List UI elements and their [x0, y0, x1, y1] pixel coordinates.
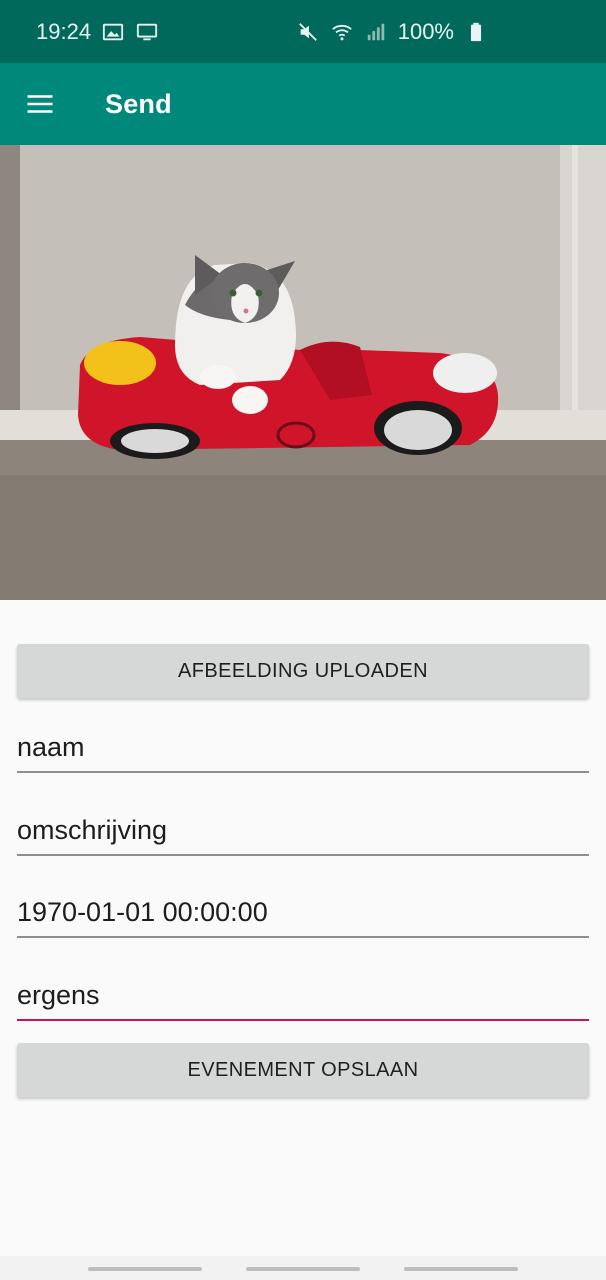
cat-photo-illustration: [0, 145, 606, 600]
event-form: AFBEELDING UPLOADEN naam omschrijving 19…: [17, 644, 589, 1097]
battery-icon: [464, 20, 488, 44]
mute-icon: [296, 20, 320, 44]
status-time: 19:24: [36, 18, 92, 44]
app-title: Send: [105, 88, 172, 119]
status-left: 19:24: [36, 19, 159, 45]
location-field[interactable]: ergens: [17, 973, 589, 1021]
battery-text: 100%: [397, 18, 454, 44]
uploaded-image: [0, 145, 606, 600]
hamburger-menu-button[interactable]: [0, 63, 81, 145]
status-bar: 19:24 100%: [0, 0, 606, 63]
status-right: 100%: [296, 19, 488, 45]
description-field[interactable]: omschrijving: [17, 808, 589, 856]
cast-icon: [135, 20, 159, 44]
upload-image-button[interactable]: AFBEELDING UPLOADEN: [17, 644, 589, 698]
nav-recents-handle[interactable]: [88, 1267, 202, 1271]
app-bar: Send: [0, 63, 606, 145]
nav-home-handle[interactable]: [246, 1267, 360, 1271]
hamburger-menu-icon: [27, 95, 53, 113]
nav-back-handle[interactable]: [404, 1267, 518, 1271]
wifi-icon: [330, 20, 354, 44]
image-icon: [101, 20, 125, 44]
name-field[interactable]: naam: [17, 725, 589, 773]
datetime-field[interactable]: 1970-01-01 00:00:00: [17, 890, 589, 938]
signal-icon: [364, 20, 388, 44]
gesture-nav-bar: [0, 1256, 606, 1280]
save-event-button[interactable]: EVENEMENT OPSLAAN: [17, 1043, 589, 1097]
